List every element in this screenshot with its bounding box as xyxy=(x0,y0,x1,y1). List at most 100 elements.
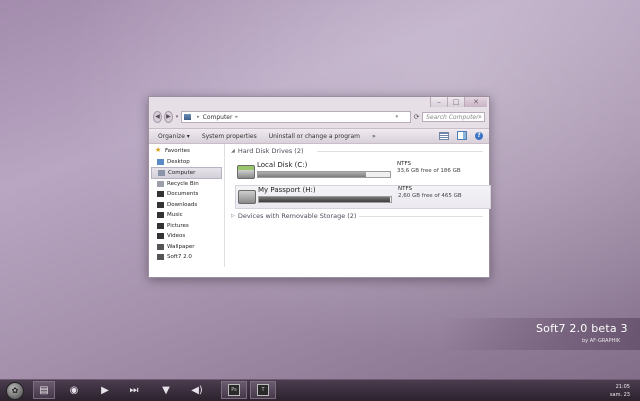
external-drive-icon xyxy=(238,190,256,204)
search-placeholder: Search Computer xyxy=(426,113,479,121)
videos-icon xyxy=(157,233,164,239)
content-area: ★ Favorites Desktop Computer Recycle Bin… xyxy=(149,144,491,277)
address-dropdown-icon[interactable]: ▾ xyxy=(396,114,399,120)
sidebar-item-label: Videos xyxy=(167,233,186,240)
group-divider xyxy=(359,216,483,217)
drive-free-space: 2,60 GB free of 465 GB xyxy=(398,193,462,199)
sidebar-item-label: Favorites xyxy=(165,148,190,155)
drive-usage-fill xyxy=(259,197,390,202)
breadcrumb-chevron-icon[interactable]: ▸ xyxy=(235,114,238,120)
command-bar: Organize ▾ System properties Uninstall o… xyxy=(149,128,489,144)
recycle-bin-icon xyxy=(157,180,164,187)
group-divider xyxy=(317,151,483,152)
sidebar-item-label: Recycle Bin xyxy=(167,180,199,187)
sidebar-item-music[interactable]: Music xyxy=(149,210,224,221)
group-title: Devices with Removable Storage (2) xyxy=(237,212,357,220)
drive-name: Local Disk (C:) xyxy=(257,161,308,169)
explorer-icon[interactable]: ▤ xyxy=(33,381,55,399)
back-icon[interactable]: ◀ xyxy=(153,111,162,123)
breadcrumb-computer[interactable]: Computer xyxy=(203,114,233,121)
sidebar-item-label: Computer xyxy=(168,169,196,176)
volume-icon[interactable]: ◀) xyxy=(186,381,208,399)
hard-drive-icon xyxy=(237,165,255,179)
pictures-icon xyxy=(157,222,164,229)
drive-usage-bar xyxy=(258,196,392,203)
search-icon[interactable]: ⌕ xyxy=(478,113,482,122)
sidebar-item-computer[interactable]: Computer xyxy=(151,167,222,179)
next-icon[interactable]: ⏭ xyxy=(123,381,145,399)
sidebar-item-label: Soft7 2.0 xyxy=(167,254,192,261)
folder-icon xyxy=(157,243,164,250)
collapse-icon[interactable]: ◢ xyxy=(231,148,235,154)
sidebar-item-label: Pictures xyxy=(167,222,189,229)
drive-usage-bar xyxy=(257,171,391,178)
sidebar-item-documents[interactable]: Documents xyxy=(149,189,224,200)
drive-filesystem: NTFS xyxy=(397,161,412,167)
sidebar-item-soft7[interactable]: Soft7 2.0 xyxy=(149,252,224,263)
drive-filesystem: NTFS xyxy=(398,186,413,192)
sidebar-item-recycle-bin[interactable]: Recycle Bin xyxy=(149,179,224,190)
start-button[interactable]: ✿ xyxy=(6,382,24,400)
branding-title: Soft7 2.0 beta 3 xyxy=(536,322,628,335)
sidebar-item-desktop[interactable]: Desktop xyxy=(149,157,224,168)
close-icon[interactable]: ✕ xyxy=(464,97,487,107)
drive-usage-fill xyxy=(258,172,367,177)
history-dropdown-icon[interactable]: ▾ xyxy=(175,114,179,120)
clock-date: sam. 23 xyxy=(609,392,630,398)
drive-item-h[interactable]: My Passport (H:) NTFS 2,60 GB free of 46… xyxy=(235,185,491,209)
desktop-icon xyxy=(157,158,164,165)
address-bar[interactable]: ▸ Computer ▸ ▾ xyxy=(181,111,412,123)
sidebar-item-label: Documents xyxy=(167,191,199,198)
search-input[interactable]: Search Computer ⌕ xyxy=(422,112,485,122)
drive-free-space: 33,6 GB free of 186 GB xyxy=(397,168,461,174)
uninstall-program-button[interactable]: Uninstall or change a program xyxy=(266,133,363,140)
navigation-row: ◀ ▶ ▾ ▸ Computer ▸ ▾ ⟳ Search Computer ⌕ xyxy=(153,111,485,123)
explorer-window: – □ ✕ ◀ ▶ ▾ ▸ Computer ▸ ▾ ⟳ Search Comp… xyxy=(148,96,491,278)
photoshop-icon[interactable]: Ps xyxy=(221,381,247,399)
more-commands-button[interactable]: » xyxy=(369,133,379,140)
group-header-hard-disk[interactable]: ◢ Hard Disk Drives (2) xyxy=(231,147,304,155)
minimize-icon[interactable]: – xyxy=(430,97,447,107)
caption-buttons: – □ ✕ xyxy=(430,97,487,108)
forward-icon[interactable]: ▶ xyxy=(163,111,173,123)
music-icon xyxy=(157,212,164,218)
sidebar-item-label: Downloads xyxy=(167,201,198,208)
sidebar-item-label: Music xyxy=(167,212,183,219)
organize-button[interactable]: Organize ▾ xyxy=(155,133,193,140)
drive-item-c[interactable]: Local Disk (C:) NTFS 33,6 GB free of 186… xyxy=(235,161,489,183)
folder-icon xyxy=(157,254,164,260)
star-icon: ★ xyxy=(155,146,162,154)
taskbar: ✿ ▤ ◉ ▶ ⏭ ▼ ◀) ✎ Ps T 21:05 sam. 23 xyxy=(0,379,640,401)
firefox-icon[interactable]: ◉ xyxy=(63,381,85,399)
maximize-icon[interactable]: □ xyxy=(447,97,464,107)
text-app-label: T xyxy=(257,384,269,396)
computer-icon xyxy=(158,170,165,176)
text-app-icon[interactable]: T xyxy=(250,381,276,399)
system-properties-button[interactable]: System properties xyxy=(199,133,260,140)
documents-icon xyxy=(157,191,164,197)
clock[interactable]: 21:05 sam. 23 xyxy=(610,383,630,399)
navigation-pane: ★ Favorites Desktop Computer Recycle Bin… xyxy=(149,144,225,267)
play-icon[interactable]: ▶ xyxy=(94,381,116,399)
sidebar-item-label: Wallpaper xyxy=(167,243,195,250)
change-view-icon[interactable] xyxy=(439,131,449,140)
sidebar-item-videos[interactable]: Videos xyxy=(149,231,224,242)
sidebar-item-wallpaper[interactable]: Wallpaper xyxy=(149,242,224,253)
sidebar-item-label: Desktop xyxy=(167,158,190,165)
group-header-removable[interactable]: ▷ Devices with Removable Storage (2) xyxy=(231,212,356,220)
photoshop-label: Ps xyxy=(228,384,240,396)
help-icon[interactable]: ? xyxy=(475,131,483,140)
sidebar-item-downloads[interactable]: Downloads xyxy=(149,200,224,211)
breadcrumb-chevron-icon[interactable]: ▸ xyxy=(197,114,200,120)
refresh-icon[interactable]: ⟳ xyxy=(413,112,420,122)
sidebar-item-favorites[interactable]: ★ Favorites xyxy=(149,146,224,157)
branding-subtitle: by AF-GRAPHIK xyxy=(582,338,621,344)
sidebar-item-pictures[interactable]: Pictures xyxy=(149,221,224,232)
drives-view: ◢ Hard Disk Drives (2) Local Disk (C:) N… xyxy=(227,144,491,267)
expand-icon[interactable]: ▷ xyxy=(231,213,235,219)
computer-icon xyxy=(184,114,192,120)
drive-name: My Passport (H:) xyxy=(258,186,316,194)
preview-pane-icon[interactable] xyxy=(457,131,467,140)
clock-time: 21:05 xyxy=(615,384,630,390)
fox-icon[interactable]: ▼ xyxy=(155,381,177,399)
